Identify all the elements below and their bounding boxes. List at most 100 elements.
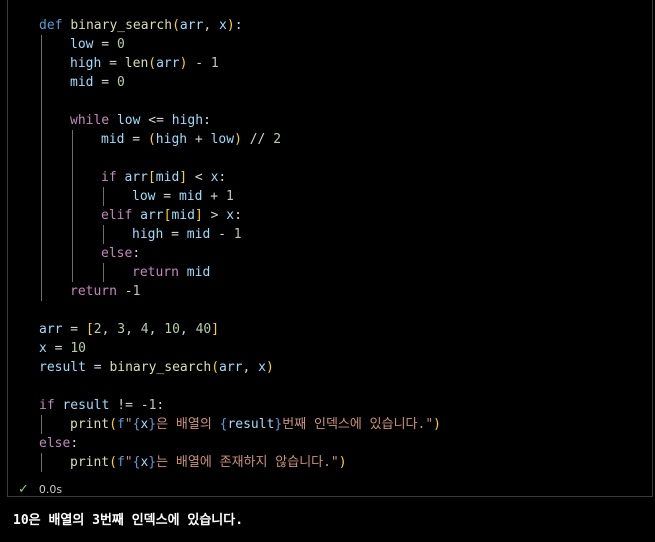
code-token: ): [226, 18, 235, 33]
code-token: f: [116, 417, 125, 432]
code-token: ,: [101, 322, 118, 337]
code-token: arr: [219, 360, 243, 375]
code-token: mid: [186, 265, 211, 280]
code-line: while low <= high:: [39, 111, 441, 130]
code-line: print(f"{x}은 배열의 {result}번째 인덱스에 있습니다."): [39, 415, 441, 434]
code-token: ): [266, 360, 274, 375]
code-line: if result != -1:: [39, 396, 441, 415]
code-token: ]: [179, 170, 188, 185]
code-token: high: [171, 113, 204, 128]
code-token: >: [202, 208, 227, 223]
code-line: result = binary_search(arr, x): [39, 358, 441, 377]
indent-guide: [72, 130, 73, 282]
code-line: elif arr[mid] > x:: [39, 206, 441, 225]
code-line: if arr[mid] < x:: [39, 168, 441, 187]
code-token: =: [46, 341, 71, 356]
code-token: -: [187, 56, 211, 71]
code-token: [: [147, 170, 156, 185]
code-token: +: [202, 189, 226, 204]
code-token: ": [124, 417, 133, 432]
code-token: 1: [210, 56, 219, 71]
code-token: ,: [203, 18, 220, 33]
code-token: 0: [116, 37, 125, 52]
code-token: <: [187, 170, 211, 185]
code-line: low = mid + 1: [39, 187, 441, 206]
code-token: 번째 인덱스에 있습니다.": [282, 417, 434, 432]
code-token: (: [148, 56, 157, 71]
code-token: 는 배열에 존재하지 않습니다.": [156, 455, 339, 470]
execution-time: 0.0s: [38, 482, 63, 496]
code-token: mid: [155, 170, 180, 185]
indent-guide: [103, 225, 104, 244]
code-token: x: [219, 18, 227, 33]
code-token: arr: [39, 322, 63, 337]
code-line: def binary_search(arr, x):: [39, 16, 441, 35]
code-token: ,: [148, 322, 165, 337]
code-token: high: [155, 132, 188, 147]
code-token: -: [140, 398, 149, 413]
code-token: ": [124, 455, 133, 470]
code-token: <=: [140, 113, 172, 128]
code-token: 3: [117, 322, 126, 337]
code-token: 1: [233, 227, 242, 242]
code-token: low: [132, 189, 156, 204]
cell-output: 10은 배열의 3번째 인덱스에 있습니다.: [13, 513, 244, 528]
code-token: mid: [101, 132, 125, 147]
code-line: else:: [39, 244, 441, 263]
code-token: low: [116, 113, 141, 128]
code-token: 2: [273, 132, 282, 147]
code-token: return: [132, 265, 187, 280]
code-token: print: [70, 417, 110, 432]
code-line: high = mid - 1: [39, 225, 441, 244]
code-token: =: [62, 322, 86, 337]
code-token: ): [433, 417, 441, 432]
code-token: ]: [194, 208, 203, 223]
code-token: 40: [195, 322, 212, 337]
code-line: arr = [2, 3, 4, 10, 40]: [39, 320, 441, 339]
code-token: =: [93, 37, 117, 52]
indent-guide: [103, 263, 104, 282]
code-token: if: [39, 398, 63, 413]
code-token: 4: [140, 322, 149, 337]
code-token: 1: [132, 284, 141, 299]
code-line: mid = (high + low) // 2: [39, 130, 441, 149]
code-token: ,: [242, 360, 259, 375]
code-token: :: [218, 170, 227, 185]
code-editor[interactable]: def binary_search(arr, x): low = 0 high = …: [39, 16, 441, 472]
code-line: mid = 0: [39, 73, 441, 92]
code-token: !=: [109, 398, 141, 413]
code-token: result: [227, 417, 275, 432]
code-token: =: [155, 189, 179, 204]
code-token: arr: [140, 208, 164, 223]
code-token: :: [70, 436, 79, 451]
code-token: =: [101, 56, 125, 71]
code-token: ): [234, 132, 242, 147]
code-token: f: [116, 455, 125, 470]
notebook-page: def binary_search(arr, x): low = 0 high = …: [0, 0, 655, 542]
code-line: return mid: [39, 263, 441, 282]
code-cell[interactable]: def binary_search(arr, x): low = 0 high = …: [7, 0, 653, 497]
code-token: ): [338, 455, 347, 470]
code-token: x: [226, 208, 235, 223]
code-token: 10: [70, 341, 86, 356]
code-token: mid: [186, 227, 211, 242]
code-token: //: [241, 132, 274, 147]
code-token: low: [210, 132, 235, 147]
code-token: ,: [179, 322, 196, 337]
code-token: [: [85, 322, 94, 337]
code-line: print(f"{x}는 배열에 존재하지 않습니다."): [39, 453, 441, 472]
code-token: 1: [225, 189, 234, 204]
code-token: (: [147, 132, 156, 147]
indent-guide: [41, 415, 42, 434]
code-token: mid: [178, 189, 203, 204]
code-token: +: [187, 132, 211, 147]
code-token: :: [203, 113, 211, 128]
code-line: low = 0: [39, 35, 441, 54]
code-token: else: [39, 436, 71, 451]
code-token: :: [132, 246, 141, 261]
code-line: return -1: [39, 282, 441, 301]
code-token: =: [124, 132, 148, 147]
code-token: high: [132, 227, 164, 242]
